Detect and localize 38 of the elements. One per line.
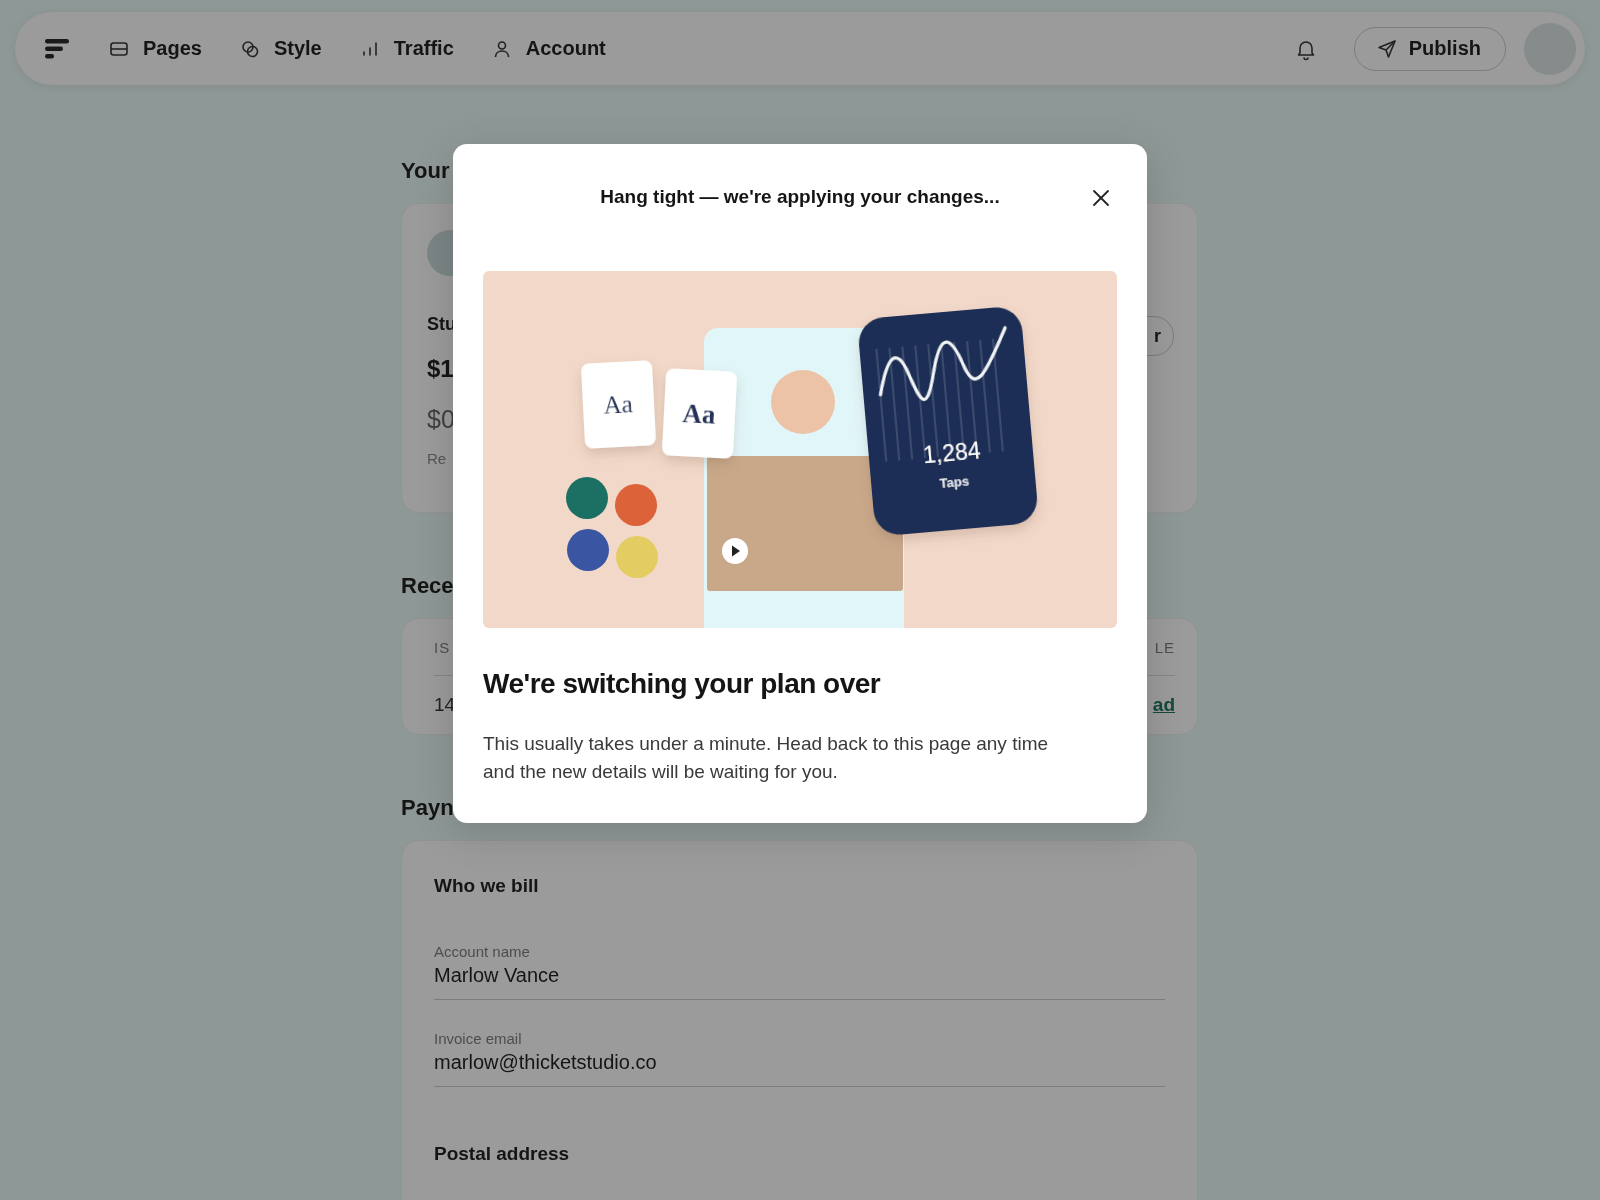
input-field[interactable]: marlow@thicketstudio.co <box>434 1049 1165 1087</box>
field-label: Account name <box>434 943 530 960</box>
modal-title: Hang tight — we're applying your changes... <box>600 186 1000 209</box>
subsection-heading: Postal address <box>434 1143 571 1165</box>
field-label: Invoice email <box>434 1030 522 1047</box>
color-swatch <box>616 536 658 578</box>
column-header: IS <box>434 638 451 656</box>
play-icon <box>722 538 748 564</box>
modal-heading: We're switching your plan over <box>483 668 882 700</box>
logo-icon[interactable] <box>45 38 69 59</box>
table-cell: 14 <box>434 694 456 716</box>
nav-link[interactable]: Style <box>239 37 322 60</box>
section-heading: Your <box>401 157 451 185</box>
color-swatch <box>615 484 657 526</box>
modal-body-text: This usually takes under a minute. Head back to this page any time and the new details will be waiting for you. <box>483 732 1050 784</box>
close-icon[interactable] <box>1091 188 1111 208</box>
input-field[interactable]: Marlow Vance <box>434 962 1165 1000</box>
plan-price: $1 <box>427 355 454 383</box>
nav-link[interactable]: Traffic <box>359 37 454 60</box>
plan-amount: $0 <box>427 405 455 434</box>
type-sample: Aa <box>602 390 634 419</box>
style-icon <box>239 38 260 59</box>
color-swatch <box>567 529 609 571</box>
subsection-heading: Who we bill <box>434 875 540 897</box>
stat-label: Taps <box>939 473 970 491</box>
avatar-circle <box>771 370 835 434</box>
publish-button[interactable]: Publish <box>1353 26 1506 71</box>
color-swatch <box>566 477 608 519</box>
type-sample: Aa <box>681 398 717 430</box>
section-heading: Payn <box>401 794 455 822</box>
stat-value: 1,284 <box>922 437 982 469</box>
nav-link[interactable]: Pages <box>109 37 202 60</box>
column-header: LE <box>1154 638 1175 656</box>
section-heading: Rece <box>401 572 455 600</box>
nav-link[interactable]: Account <box>491 37 606 60</box>
download-link[interactable]: ad <box>1152 694 1175 716</box>
send-icon <box>1376 38 1397 59</box>
plan-note: Re <box>427 450 447 467</box>
